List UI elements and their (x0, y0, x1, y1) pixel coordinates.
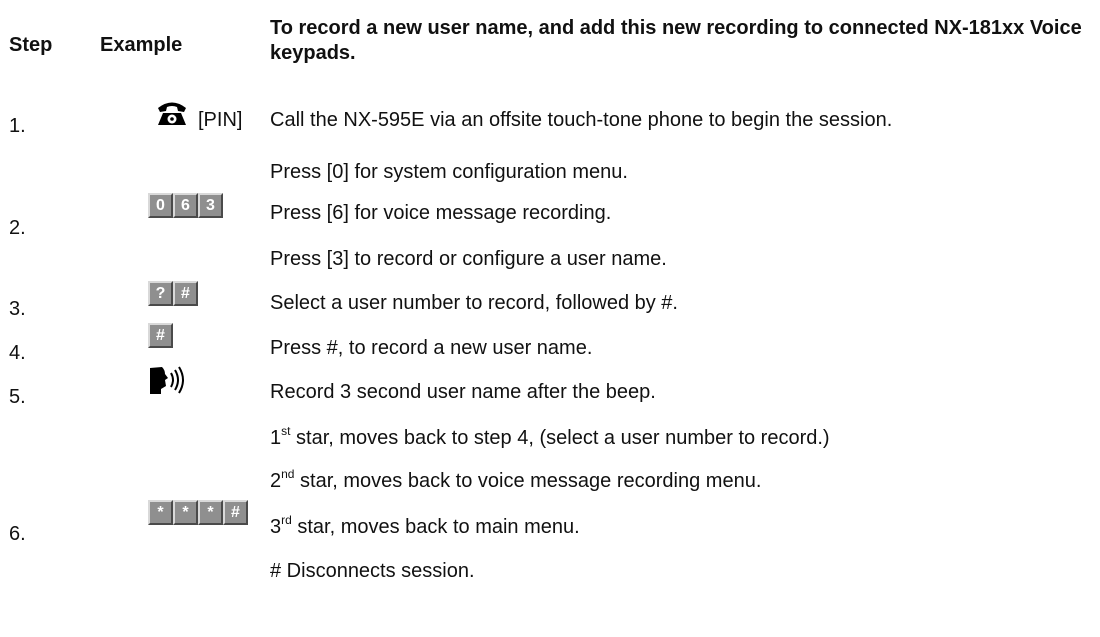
step-1-text: Call the NX-595E via an offsite touch-to… (270, 109, 893, 131)
step-6-number: 6. (9, 523, 26, 545)
keypad-key-icon: # (173, 281, 198, 306)
step-6-line-2: 2nd star, moves back to voice message re… (270, 467, 762, 492)
keypad-key-icon: * (148, 500, 173, 525)
step-5-number: 5. (9, 386, 26, 408)
keypad-sequence-hash: # (148, 323, 173, 348)
step-2-line-3: Press [3] to record or configure a user … (270, 248, 667, 270)
keypad-key-icon: 0 (148, 193, 173, 218)
step-2-number: 2. (9, 217, 26, 239)
step-4-text: Press #, to record a new user name. (270, 337, 593, 359)
keypad-key-icon: * (198, 500, 223, 525)
keypad-key-icon: 6 (173, 193, 198, 218)
procedure-title: To record a new user name, and add this … (270, 17, 1082, 64)
step-3-number: 3. (9, 298, 26, 320)
keypad-key-icon: 3 (198, 193, 223, 218)
pin-label: [PIN] (198, 109, 243, 131)
step-6-line-4: # Disconnects session. (270, 560, 475, 582)
keypad-sequence-063: 0 6 3 (148, 193, 223, 218)
keypad-sequence-exit: * * * # (148, 500, 248, 525)
phone-icon (155, 99, 189, 132)
keypad-key-icon: # (148, 323, 173, 348)
step-2-line-1: Press [0] for system configuration menu. (270, 161, 628, 183)
keypad-key-icon: ? (148, 281, 173, 306)
step-column-header: Step (9, 34, 53, 56)
step-3-text: Select a user number to record, followed… (270, 292, 678, 314)
step-1-number: 1. (9, 115, 26, 137)
step-5-text: Record 3 second user name after the beep… (270, 381, 656, 403)
keypad-key-icon: * (173, 500, 198, 525)
step-6-line-1: 1st star, moves back to step 4, (select … (270, 424, 830, 449)
example-column-header: Example (100, 34, 183, 56)
keypad-key-icon: # (223, 500, 248, 525)
step-4-number: 4. (9, 342, 26, 364)
speaking-head-icon (148, 364, 188, 403)
keypad-sequence-user: ? # (148, 281, 198, 306)
step-6-line-3: 3rd star, moves back to main menu. (270, 513, 580, 538)
step-2-line-2: Press [6] for voice message recording. (270, 202, 612, 224)
